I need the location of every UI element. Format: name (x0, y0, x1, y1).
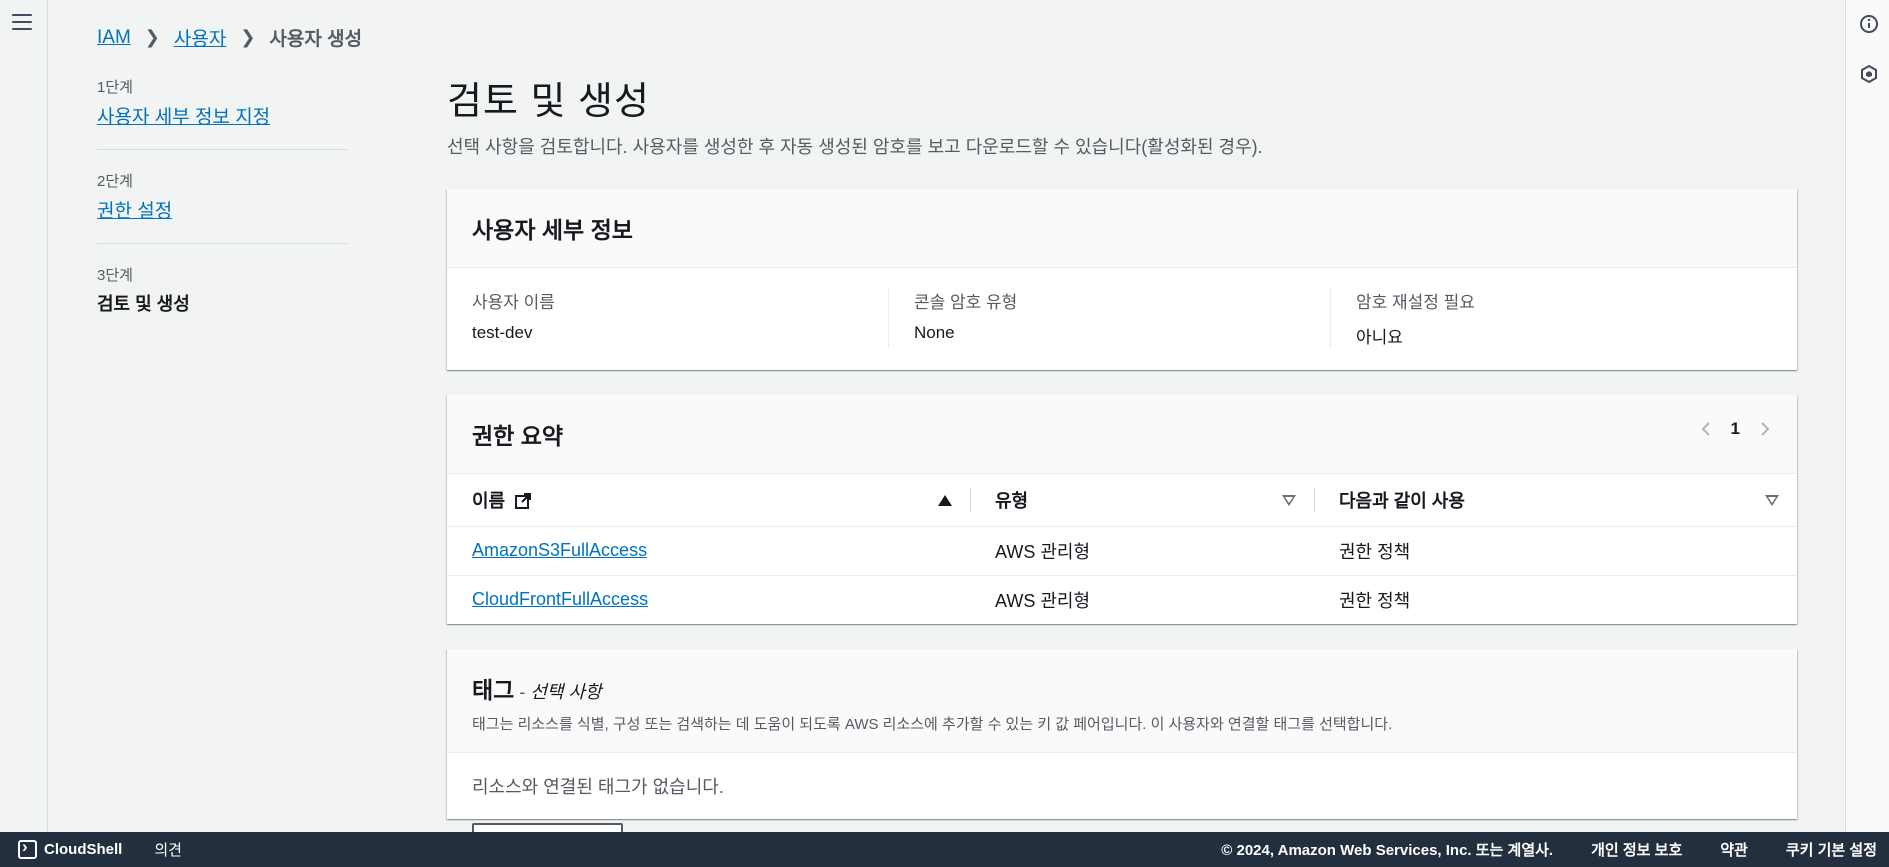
feedback-link[interactable]: 의견 (154, 839, 182, 860)
field-label: 암호 재설정 필요 (1356, 293, 1475, 312)
cookie-preferences-link[interactable]: 쿠키 기본 설정 (1786, 839, 1877, 860)
card-header: 태그 - 선택 사항 태그는 리소스를 식별, 구성 또는 검색하는 데 도움이… (447, 649, 1797, 753)
card-title: 사용자 세부 정보 (472, 217, 633, 243)
step-link-user-details[interactable]: 사용자 세부 정보 지정 (97, 107, 270, 128)
field-value: 아니요 (1356, 328, 1403, 347)
page-number[interactable]: 1 (1731, 419, 1740, 439)
cloudshell-label: CloudShell (44, 841, 123, 858)
cloudshell-button[interactable]: CloudShell (18, 837, 123, 859)
step-number: 1단계 (97, 79, 133, 96)
page-title: 검토 및 생성 (447, 81, 650, 123)
card-title: 태그 - 선택 사항 (472, 671, 1772, 705)
cell-name: AmazonS3FullAccess (447, 526, 970, 576)
terminal-icon (18, 837, 37, 859)
policy-link[interactable]: CloudFrontFullAccess (472, 589, 648, 609)
step-link-permissions[interactable]: 권한 설정 (97, 201, 172, 222)
card-header: 사용자 세부 정보 (447, 189, 1797, 268)
table-row: CloudFrontFullAccess AWS 관리형 권한 정책 (447, 575, 1797, 624)
sort-ascending-icon[interactable] (938, 495, 952, 506)
breadcrumb-users-link[interactable]: 사용자 (174, 24, 226, 51)
breadcrumb: IAM ❯ 사용자 ❯ 사용자 생성 (97, 24, 362, 51)
cell-type: AWS 관리형 (995, 590, 1091, 611)
sort-descending-icon[interactable] (1765, 495, 1779, 506)
hamburger-menu-icon[interactable] (12, 14, 32, 32)
user-details-card: 사용자 세부 정보 사용자 이름 test-dev 콘솔 암호 유형 None … (447, 189, 1797, 370)
column-label: 다음과 같이 사용 (1339, 490, 1465, 511)
cell-used-as: 권한 정책 (1339, 590, 1411, 611)
hexagon-help-icon[interactable] (1859, 64, 1879, 84)
wizard-steps: 1단계 사용자 세부 정보 지정 2단계 권한 설정 3단계 검토 및 생성 (97, 76, 347, 356)
step-number: 2단계 (97, 173, 133, 190)
cell-used-as: 권한 정책 (1314, 526, 1797, 576)
cell-name: CloudFrontFullAccess (447, 575, 970, 624)
terms-link[interactable]: 약관 (1720, 839, 1748, 860)
empty-tags-message: 리소스와 연결된 태그가 없습니다. (472, 777, 724, 797)
chevron-right-icon: ❯ (144, 27, 160, 47)
column-label: 이름 (472, 490, 506, 511)
privacy-link[interactable]: 개인 정보 보호 (1591, 839, 1682, 860)
chevron-right-icon: ❯ (240, 27, 256, 47)
step-number: 3단계 (97, 267, 133, 284)
card-title: 권한 요약 (472, 423, 564, 449)
field-label: 콘솔 암호 유형 (914, 293, 1018, 312)
column-label: 유형 (995, 490, 1029, 511)
table-row: AmazonS3FullAccess AWS 관리형 권한 정책 (447, 526, 1797, 576)
policy-link[interactable]: AmazonS3FullAccess (472, 540, 647, 560)
cell-type: AWS 관리형 (970, 526, 1314, 576)
info-icon[interactable] (1859, 14, 1879, 34)
field-password-reset: 암호 재설정 필요 아니요 (1330, 288, 1772, 348)
step-current-review: 검토 및 생성 (97, 294, 190, 314)
optional-label: 선택 사항 (530, 682, 602, 702)
field-value: test-dev (472, 323, 533, 342)
column-header-type[interactable]: 유형 (970, 474, 1314, 527)
field-user-name: 사용자 이름 test-dev (472, 288, 888, 348)
permissions-summary-card: 권한 요약 1 이름 유형 다음과 같이 사용 AmazonS3FullAcce… (447, 395, 1797, 624)
tags-title: 태그 (472, 677, 515, 703)
page-description: 선택 사항을 검토합니다. 사용자를 생성한 후 자동 생성된 암호를 보고 다… (447, 137, 1263, 157)
table-header-row: 이름 유형 다음과 같이 사용 (447, 474, 1797, 527)
chevron-right-icon[interactable] (1758, 422, 1772, 436)
left-navigation-rail (0, 0, 48, 832)
breadcrumb-current: 사용자 생성 (269, 29, 363, 50)
main-content: 검토 및 생성 선택 사항을 검토합니다. 사용자를 생성한 후 자동 생성된 … (447, 70, 1797, 844)
tags-description: 태그는 리소스를 식별, 구성 또는 검색하는 데 도움이 되도록 AWS 리소… (472, 716, 1393, 733)
column-header-used-as[interactable]: 다음과 같이 사용 (1314, 474, 1797, 527)
wizard-step-1: 1단계 사용자 세부 정보 지정 (97, 76, 347, 150)
right-tools-rail (1845, 0, 1889, 832)
console-footer: CloudShell 의견 © 2024, Amazon Web Service… (0, 832, 1889, 867)
breadcrumb-iam-link[interactable]: IAM (97, 27, 131, 49)
title-dash: - (514, 682, 531, 702)
chevron-left-icon[interactable] (1699, 422, 1713, 436)
external-link-icon (515, 492, 532, 509)
card-header: 권한 요약 1 (447, 395, 1797, 474)
sort-descending-icon[interactable] (1282, 495, 1296, 506)
key-value-grid: 사용자 이름 test-dev 콘솔 암호 유형 None 암호 재설정 필요 … (447, 268, 1797, 370)
field-label: 사용자 이름 (472, 293, 555, 312)
copyright-text: © 2024, Amazon Web Services, Inc. 또는 계열사… (1221, 842, 1554, 859)
permissions-table: 이름 유형 다음과 같이 사용 AmazonS3FullAccess AWS 관… (447, 474, 1797, 624)
footer-links: © 2024, Amazon Web Services, Inc. 또는 계열사… (1221, 839, 1877, 860)
column-header-name[interactable]: 이름 (447, 474, 970, 527)
wizard-step-2: 2단계 권한 설정 (97, 170, 347, 244)
pagination: 1 (1699, 419, 1772, 439)
field-console-password-type: 콘솔 암호 유형 None (888, 288, 1330, 348)
field-value: None (914, 323, 955, 342)
tags-card: 태그 - 선택 사항 태그는 리소스를 식별, 구성 또는 검색하는 데 도움이… (447, 649, 1797, 819)
wizard-step-3: 3단계 검토 및 생성 (97, 264, 347, 336)
